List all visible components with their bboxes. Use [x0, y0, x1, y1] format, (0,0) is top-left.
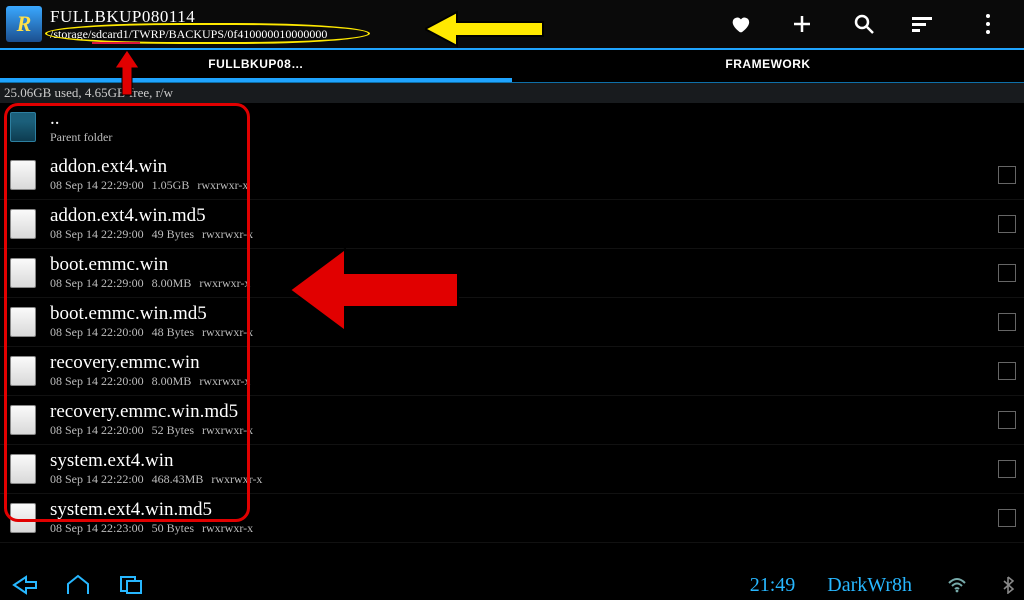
file-size: 49 Bytes: [152, 227, 194, 242]
recent-apps-icon[interactable]: [118, 574, 144, 596]
file-size: 468.43MB: [152, 472, 204, 487]
file-row[interactable]: boot.emmc.win.md5 08 Sep 14 22:20:00 48 B…: [0, 298, 1024, 347]
file-size: 1.05GB: [152, 178, 190, 193]
file-perm: rwxrwxr-x: [199, 374, 250, 389]
file-size: 50 Bytes: [152, 521, 194, 536]
home-icon[interactable]: [64, 574, 92, 596]
file-size: 52 Bytes: [152, 423, 194, 438]
file-size: 8.00MB: [152, 276, 192, 291]
file-name: boot.emmc.win: [50, 254, 998, 276]
file-date: 08 Sep 14 22:29:00: [50, 227, 144, 242]
file-row[interactable]: recovery.emmc.win 08 Sep 14 22:20:00 8.00…: [0, 347, 1024, 396]
app-icon[interactable]: R: [6, 6, 42, 42]
action-bar: R FULLBKUP080114 /storage/sdcard1/TWRP/B…: [0, 0, 1024, 48]
file-icon: [10, 454, 36, 484]
wifi-icon[interactable]: [948, 577, 966, 593]
file-name: recovery.emmc.win.md5: [50, 401, 998, 423]
overflow-menu-icon[interactable]: [974, 10, 1002, 38]
file-list: .. Parent folder addon.ext4.win 08 Sep 1…: [0, 103, 1024, 543]
folder-icon: [10, 112, 36, 142]
file-checkbox[interactable]: [998, 215, 1016, 233]
path-wrap: /storage/sdcard1/TWRP/BACKUPS/0f41000001…: [50, 27, 365, 42]
file-perm: rwxrwxr-x: [202, 423, 253, 438]
parent-folder-row[interactable]: .. Parent folder: [0, 103, 1024, 151]
search-icon[interactable]: [850, 10, 878, 38]
add-icon[interactable]: [788, 10, 816, 38]
system-nav-bar: 21:49 DarkWr8h: [0, 570, 1024, 600]
file-icon: [10, 209, 36, 239]
file-perm: rwxrwxr-x: [199, 276, 250, 291]
storage-status: 25.06GB used, 4.65GB free, r/w: [0, 83, 1024, 103]
file-date: 08 Sep 14 22:29:00: [50, 178, 144, 193]
window-title: FULLBKUP080114: [50, 7, 726, 27]
file-row[interactable]: system.ext4.win.md5 08 Sep 14 22:23:00 50…: [0, 494, 1024, 543]
file-checkbox[interactable]: [998, 362, 1016, 380]
file-checkbox[interactable]: [998, 509, 1016, 527]
file-size: 8.00MB: [152, 374, 192, 389]
action-buttons: [726, 10, 1018, 38]
file-icon: [10, 356, 36, 386]
file-perm: rwxrwxr-x: [202, 227, 253, 242]
file-checkbox[interactable]: [998, 264, 1016, 282]
file-row[interactable]: recovery.emmc.win.md5 08 Sep 14 22:20:00…: [0, 396, 1024, 445]
file-row[interactable]: system.ext4.win 08 Sep 14 22:22:00 468.43…: [0, 445, 1024, 494]
back-icon[interactable]: [10, 574, 38, 596]
file-name: system.ext4.win.md5: [50, 499, 998, 521]
file-date: 08 Sep 14 22:20:00: [50, 423, 144, 438]
file-name: addon.ext4.win: [50, 156, 998, 178]
title-block: FULLBKUP080114 /storage/sdcard1/TWRP/BAC…: [50, 7, 726, 42]
favorite-icon[interactable]: [726, 10, 754, 38]
file-name: recovery.emmc.win: [50, 352, 998, 374]
file-icon: [10, 160, 36, 190]
clock[interactable]: 21:49: [750, 574, 796, 597]
file-date: 08 Sep 14 22:22:00: [50, 472, 144, 487]
annotation-red-underline: [92, 42, 140, 44]
file-perm: rwxrwxr-x: [211, 472, 262, 487]
file-checkbox[interactable]: [998, 313, 1016, 331]
file-icon: [10, 258, 36, 288]
file-checkbox[interactable]: [998, 460, 1016, 478]
sort-icon[interactable]: [912, 10, 940, 38]
file-row[interactable]: boot.emmc.win 08 Sep 14 22:29:00 8.00MB rw…: [0, 249, 1024, 298]
tab-fullbkup[interactable]: FULLBKUP08…: [0, 50, 512, 82]
parent-label: Parent folder: [50, 130, 112, 145]
file-icon: [10, 503, 36, 533]
file-date: 08 Sep 14 22:20:00: [50, 325, 144, 340]
parent-dots: ..: [50, 108, 1016, 130]
brand-label: DarkWr8h: [827, 574, 912, 597]
file-size: 48 Bytes: [152, 325, 194, 340]
file-perm: rwxrwxr-x: [202, 325, 253, 340]
tab-bar: FULLBKUP08… FRAMEWORK: [0, 50, 1024, 82]
file-date: 08 Sep 14 22:29:00: [50, 276, 144, 291]
file-perm: rwxrwxr-x: [197, 178, 248, 193]
file-row[interactable]: addon.ext4.win 08 Sep 14 22:29:00 1.05GB r…: [0, 151, 1024, 200]
file-row[interactable]: addon.ext4.win.md5 08 Sep 14 22:29:00 49 …: [0, 200, 1024, 249]
file-icon: [10, 405, 36, 435]
file-name: addon.ext4.win.md5: [50, 205, 998, 227]
file-perm: rwxrwxr-x: [202, 521, 253, 536]
file-icon: [10, 307, 36, 337]
current-path[interactable]: /storage/sdcard1/TWRP/BACKUPS/0f41000001…: [50, 27, 365, 42]
file-checkbox[interactable]: [998, 166, 1016, 184]
file-checkbox[interactable]: [998, 411, 1016, 429]
file-name: system.ext4.win: [50, 450, 998, 472]
bluetooth-icon[interactable]: [1002, 576, 1014, 594]
file-date: 08 Sep 14 22:23:00: [50, 521, 144, 536]
file-name: boot.emmc.win.md5: [50, 303, 998, 325]
tab-framework[interactable]: FRAMEWORK: [512, 50, 1024, 82]
file-date: 08 Sep 14 22:20:00: [50, 374, 144, 389]
